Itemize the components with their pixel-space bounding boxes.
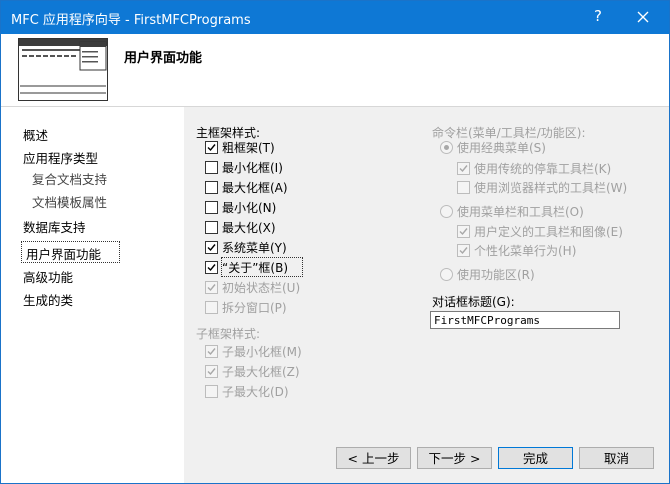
next-button[interactable]: 下一步 > — [417, 447, 492, 469]
checkbox-minimize-box[interactable] — [205, 161, 218, 174]
window-title: MFC 应用程序向导 - FirstMFCPrograms — [11, 13, 251, 28]
dialog-title-input[interactable]: FirstMFCPrograms — [430, 311, 620, 329]
checkmark-icon — [207, 144, 216, 152]
radio-classic-menu-label: 使用经典菜单(S) — [457, 141, 546, 155]
cancel-button[interactable]: 取消 — [579, 447, 654, 469]
page-heading: 用户界面功能 — [124, 51, 203, 66]
checkmark-icon — [207, 348, 216, 356]
checkbox-minimize-box-label: 最小化框(I) — [222, 161, 283, 175]
checkmark-icon — [459, 247, 468, 255]
wizard-window: MFC 应用程序向导 - FirstMFCPrograms ? 用户界面功能 概… — [0, 0, 670, 484]
checkbox-personalized-menu-label: 个性化菜单行为(H) — [474, 244, 577, 258]
checkbox-personalized-menu[interactable] — [457, 244, 470, 257]
checkmark-icon — [459, 228, 468, 236]
checkbox-child-minimize-box[interactable] — [205, 345, 218, 358]
nav-item-application-type[interactable]: 应用程序类型 — [23, 148, 98, 167]
nav-item-advanced[interactable]: 高级功能 — [23, 267, 73, 286]
help-button[interactable]: ? — [588, 7, 608, 25]
checkbox-split-window-label: 拆分窗口(P) — [222, 301, 287, 315]
dialog-title-label: 对话框标题(G): — [432, 295, 515, 309]
nav-item-database[interactable]: 数据库支持 — [23, 217, 86, 236]
nav-item-document-template[interactable]: 文档模板属性 — [32, 192, 107, 211]
nav-item-generated-classes[interactable]: 生成的类 — [23, 290, 73, 309]
checkbox-maximized-label: 最大化(X) — [222, 221, 276, 235]
checkmark-icon — [207, 368, 216, 376]
child-frame-group-label: 子框架样式: — [196, 327, 261, 341]
checkmark-icon — [207, 244, 216, 252]
radio-menubar-toolbar[interactable] — [440, 205, 453, 218]
nav-item-compound-document[interactable]: 复合文档支持 — [32, 169, 107, 188]
checkbox-split-window[interactable] — [205, 301, 218, 314]
checkbox-system-menu-label: 系统菜单(Y) — [222, 241, 287, 255]
checkbox-thick-frame[interactable] — [205, 141, 218, 154]
checkbox-browser-toolbar[interactable] — [457, 181, 470, 194]
finish-button[interactable]: 完成 — [498, 447, 573, 469]
checkbox-about-box[interactable] — [205, 261, 218, 274]
checkbox-system-menu[interactable] — [205, 241, 218, 254]
wizard-content: 主框架样式: 粗框架(T) 最小化框(I) 最大化框(A) 最小化(N) 最大化… — [184, 107, 669, 483]
wizard-window-icon — [18, 38, 108, 101]
radio-menubar-toolbar-label: 使用菜单栏和工具栏(O) — [457, 205, 584, 219]
checkbox-child-maximize-box[interactable] — [205, 365, 218, 378]
checkmark-icon — [207, 264, 216, 272]
radio-ribbon[interactable] — [440, 268, 453, 281]
checkbox-docking-toolbar-label: 使用传统的停靠工具栏(K) — [474, 162, 612, 176]
checkbox-maximize-box-label: 最大化框(A) — [222, 181, 288, 195]
checkbox-docking-toolbar[interactable] — [457, 162, 470, 175]
checkbox-initial-status-bar-label: 初始状态栏(U) — [222, 281, 301, 295]
title-bar: MFC 应用程序向导 - FirstMFCPrograms ? — [1, 1, 669, 34]
checkbox-child-maximized[interactable] — [205, 385, 218, 398]
checkbox-browser-toolbar-label: 使用浏览器样式的工具栏(W) — [474, 181, 628, 195]
checkbox-maximize-box[interactable] — [205, 181, 218, 194]
close-button[interactable] — [631, 5, 655, 29]
radio-selected-dot — [444, 145, 449, 150]
checkbox-initial-status-bar[interactable] — [205, 281, 218, 294]
checkmark-icon — [207, 284, 216, 292]
close-icon — [637, 11, 649, 23]
checkbox-child-minimize-box-label: 子最小化框(M) — [222, 345, 302, 359]
checkbox-user-toolbars-label: 用户定义的工具栏和图像(E) — [474, 225, 623, 239]
nav-item-overview[interactable]: 概述 — [23, 125, 48, 144]
nav-item-ui-features[interactable]: 用户界面功能 — [26, 244, 101, 263]
prev-button[interactable]: < 上一步 — [336, 447, 411, 469]
wizard-nav: 概述 应用程序类型 复合文档支持 文档模板属性 数据库支持 用户界面功能 高级功… — [1, 107, 181, 483]
checkbox-child-maximize-box-label: 子最大化框(Z) — [222, 365, 300, 379]
checkbox-child-maximized-label: 子最大化(D) — [222, 385, 289, 399]
radio-ribbon-label: 使用功能区(R) — [457, 268, 535, 282]
checkbox-minimized-label: 最小化(N) — [222, 201, 277, 215]
radio-classic-menu[interactable] — [440, 141, 453, 154]
checkbox-about-box-label: “关于”框(B) — [222, 261, 289, 275]
wizard-header: 用户界面功能 — [1, 34, 669, 107]
checkmark-icon — [459, 165, 468, 173]
checkbox-maximized[interactable] — [205, 221, 218, 234]
checkbox-minimized[interactable] — [205, 201, 218, 214]
checkbox-thick-frame-label: 粗框架(T) — [222, 141, 275, 155]
checkbox-user-toolbars[interactable] — [457, 225, 470, 238]
